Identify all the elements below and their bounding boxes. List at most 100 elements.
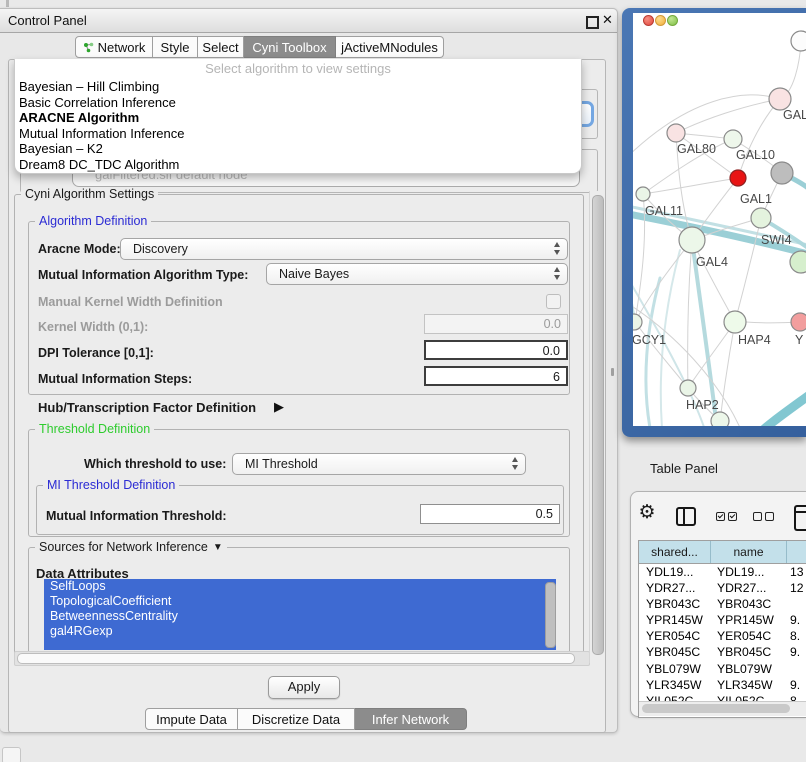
close-icon[interactable]: ✕ (602, 12, 613, 28)
tab-impute-data[interactable]: Impute Data (145, 708, 238, 730)
tab-style[interactable]: Style (153, 36, 198, 58)
network-node[interactable] (711, 412, 729, 426)
table-panel-title: Table Panel (650, 461, 718, 476)
algorithm-option[interactable]: Bayesian – K2 (15, 141, 581, 157)
network-node-Y[interactable] (791, 313, 806, 331)
attributes-list-scrollbar[interactable] (545, 582, 556, 648)
combo-stepper-icon[interactable] (554, 267, 560, 280)
tab-select[interactable]: Select (198, 36, 244, 58)
horizontal-scrollbar[interactable] (14, 651, 590, 666)
network-canvas[interactable]: GALGAL80GAL10GAL11GAL1SWI4GAL4GCY1HAP4YH… (633, 13, 806, 426)
hub-definition-label[interactable]: Hub/Transcription Factor Definition (38, 400, 256, 415)
bottom-left-widget[interactable] (2, 747, 21, 762)
unchecked-box-icon[interactable] (765, 512, 774, 521)
network-edge (688, 240, 692, 388)
settings-gear-icon[interactable]: ⚙ (635, 501, 659, 524)
manual-kernel-checkbox[interactable] (546, 294, 561, 309)
tab-network[interactable]: Network (75, 36, 153, 58)
checked-box-icon[interactable] (728, 512, 737, 521)
network-node-GAL1[interactable] (751, 208, 771, 228)
network-node-HAP2[interactable] (680, 380, 696, 396)
tab-cyni-toolbox[interactable]: Cyni Toolbox (244, 36, 336, 58)
collapse-down-icon[interactable]: ▼ (213, 542, 223, 553)
tab-label: Select (202, 37, 238, 58)
aracne-mode-combo[interactable]: Discovery (120, 238, 568, 260)
table-row[interactable]: YLR345WYLR345W9. (639, 677, 806, 693)
manual-kernel-label: Manual Kernel Width Definition (38, 295, 223, 309)
attribute-item-selected[interactable]: SelfLoops (44, 579, 556, 594)
minimize-traffic-light-icon[interactable] (655, 15, 666, 26)
column-header-shared-name[interactable]: shared... (639, 541, 711, 563)
table-row[interactable]: YBR045CYBR045C9. (639, 644, 806, 660)
tab-jactivemnodules[interactable]: jActiveMNodules (336, 36, 444, 58)
data-attributes-list[interactable]: SelfLoops TopologicalCoefficient Between… (44, 579, 556, 650)
table-cell: 9. (787, 677, 806, 693)
table-cell: YLR345W (711, 677, 787, 693)
algorithm-option[interactable]: Basic Correlation Inference (15, 95, 581, 111)
panel-splitter-handle[interactable] (611, 368, 614, 376)
apply-button[interactable]: Apply (268, 676, 340, 699)
column-header-name[interactable]: name (711, 541, 787, 563)
table-horizontal-scrollbar-thumb[interactable] (642, 704, 790, 713)
network-node-GAL4[interactable] (679, 227, 705, 253)
table-row[interactable]: YPR145WYPR145W9. (639, 612, 806, 628)
horizontal-scrollbar-thumb[interactable] (17, 653, 575, 664)
network-node-GAL11[interactable] (636, 187, 650, 201)
table-row[interactable]: YDL19...YDL19...13 (639, 564, 806, 580)
attribute-item-selected[interactable]: TopologicalCoefficient (44, 594, 556, 609)
table-cell: YDR27... (711, 580, 787, 596)
table-cell: YDR27... (639, 580, 711, 596)
combo-stepper-icon[interactable] (554, 242, 560, 255)
network-node-GCY1[interactable] (633, 314, 642, 330)
table-cell: YBR043C (639, 596, 711, 612)
network-node-HAP4[interactable] (724, 311, 746, 333)
table-row[interactable]: YDR27...YDR27...12 (639, 580, 806, 596)
table-cell: 9. (787, 612, 806, 628)
network-node[interactable] (771, 162, 793, 184)
network-node[interactable] (791, 31, 806, 51)
vertical-scrollbar[interactable] (589, 191, 604, 663)
float-window-icon[interactable] (586, 16, 599, 29)
mi-type-combo[interactable]: Naive Bayes (266, 263, 568, 285)
network-node-GAL[interactable] (769, 88, 791, 110)
algorithm-option[interactable]: ARACNE Algorithm (15, 110, 581, 126)
expand-right-icon[interactable]: ▶ (274, 399, 284, 415)
tab-infer-network[interactable]: Infer Network (355, 708, 467, 730)
table-cell (787, 596, 806, 612)
table-icon-partial[interactable] (794, 505, 806, 531)
close-traffic-light-icon[interactable] (643, 15, 654, 26)
zoom-traffic-light-icon[interactable] (667, 15, 678, 26)
algorithm-option[interactable]: Dream8 DC_TDC Algorithm (15, 157, 581, 173)
network-node-label: GAL80 (677, 142, 716, 156)
kernel-width-field[interactable]: 0.0 (424, 314, 568, 334)
network-node-SWI4[interactable] (790, 251, 806, 273)
tab-label: Network (98, 37, 146, 58)
control-panel-titlebar[interactable]: Control Panel ✕ (0, 9, 617, 33)
table-horizontal-scrollbar[interactable] (639, 701, 806, 716)
mi-steps-field[interactable]: 6 (424, 366, 568, 386)
dropdown-placeholder: Select algorithm to view settings (15, 59, 581, 79)
checked-box-icon[interactable] (716, 512, 725, 521)
split-columns-icon[interactable] (676, 507, 696, 526)
column-header-partial[interactable] (787, 541, 806, 563)
network-node-GAL80[interactable] (667, 124, 685, 142)
network-node[interactable] (730, 170, 746, 186)
tab-discretize-data[interactable]: Discretize Data (238, 708, 355, 730)
table-row[interactable]: YBR043CYBR043C (639, 596, 806, 612)
mi-threshold-field[interactable]: 0.5 (420, 504, 560, 524)
table-body: YDL19...YDL19...13YDR27...YDR27...12YBR0… (639, 564, 806, 703)
attribute-item-selected[interactable]: gal4RGexp (44, 624, 556, 639)
unchecked-box-icon[interactable] (753, 512, 762, 521)
combo-value: Discovery (133, 242, 188, 256)
table-row[interactable]: YER054CYER054C8. (639, 628, 806, 644)
algorithm-option[interactable]: Mutual Information Inference (15, 126, 581, 142)
network-node-GAL10[interactable] (724, 130, 742, 148)
attribute-item-selected[interactable]: BetweennessCentrality (44, 609, 556, 624)
dpi-tolerance-field[interactable]: 0.0 (424, 340, 568, 360)
which-threshold-combo[interactable]: MI Threshold (232, 453, 526, 475)
vertical-scrollbar-thumb[interactable] (592, 195, 604, 655)
table-row[interactable]: YBL079WYBL079W (639, 661, 806, 677)
combo-stepper-icon[interactable] (512, 457, 518, 470)
algorithm-option[interactable]: Bayesian – Hill Climbing (15, 79, 581, 95)
network-edge (643, 178, 738, 194)
